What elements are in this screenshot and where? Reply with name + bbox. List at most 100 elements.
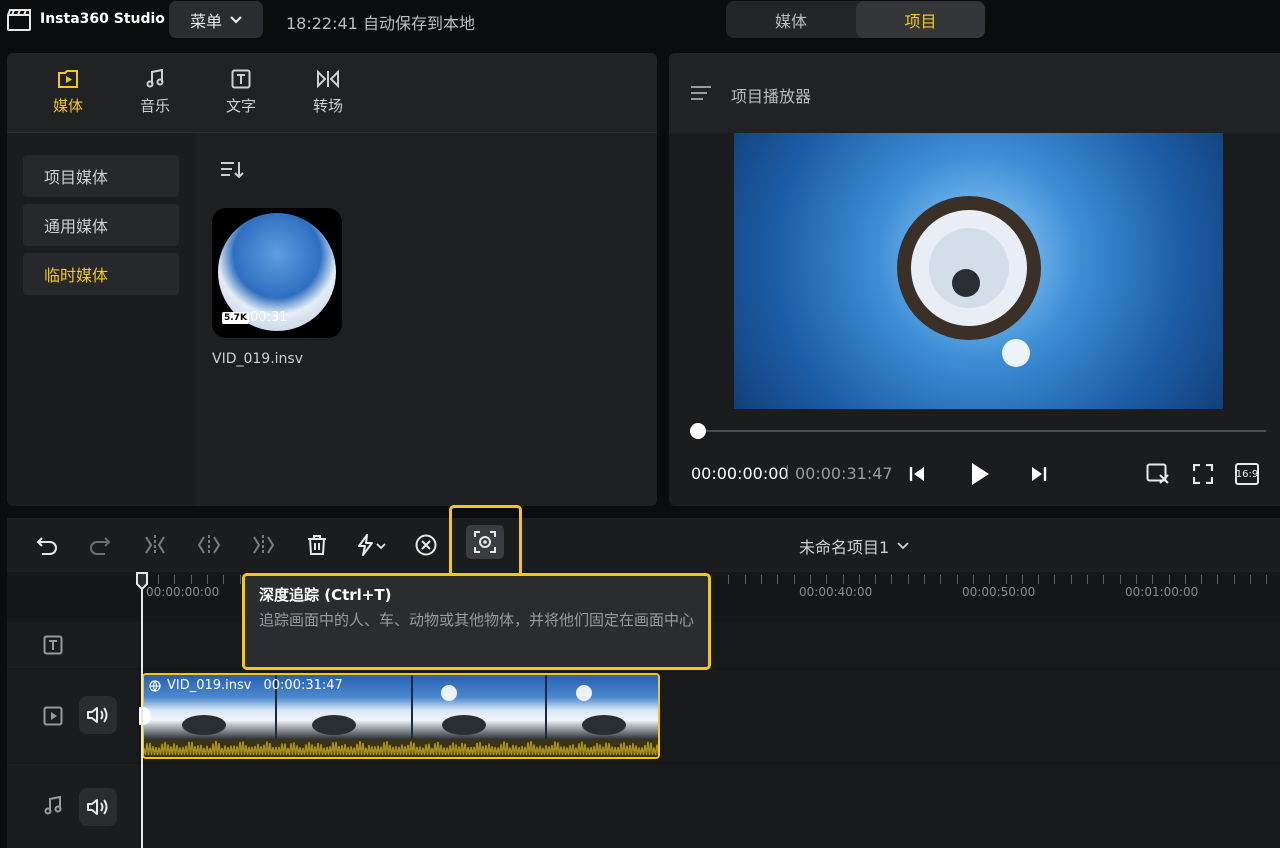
ruler-tick xyxy=(1071,575,1072,584)
play-icon[interactable] xyxy=(969,461,991,487)
video-clip[interactable]: VID_019.insv 00:00:31:47 xyxy=(142,673,660,759)
skip-start-icon[interactable] xyxy=(908,465,926,483)
split-left-icon[interactable] xyxy=(138,528,172,562)
close-circle-icon[interactable] xyxy=(409,528,443,562)
clip-name: VID_019.insv xyxy=(167,678,252,693)
timeline-toolbar: 未命名项目1 xyxy=(7,518,1280,572)
ruler-tick xyxy=(810,575,811,584)
ruler-tick xyxy=(777,575,778,584)
playhead-line[interactable] xyxy=(141,576,143,848)
text-track-icon xyxy=(43,635,63,655)
media-panel: 媒体 音乐 文字 转场 项目媒体 通用媒体 临时媒体 5.7K 00:31 VI… xyxy=(7,53,657,506)
sidebar-item-project-media[interactable]: 项目媒体 xyxy=(23,155,179,197)
tab-music[interactable]: 音乐 xyxy=(125,69,185,125)
ruler-tick xyxy=(940,575,941,584)
player-header: 项目播放器 xyxy=(669,53,1280,133)
ruler-tick xyxy=(1169,575,1170,584)
app-logo-icon xyxy=(6,7,32,33)
total-timecode: 00:00:31:47 xyxy=(795,464,893,483)
tab-transition[interactable]: 转场 xyxy=(298,69,358,125)
music-track-icon xyxy=(43,796,63,816)
list-menu-icon[interactable] xyxy=(691,85,711,101)
ruler-tick xyxy=(1006,575,1007,584)
ruler-tick xyxy=(1201,575,1202,584)
video-track-header xyxy=(7,670,137,762)
skip-end-icon[interactable] xyxy=(1030,465,1048,483)
transition-icon xyxy=(316,69,340,89)
split-right-icon[interactable] xyxy=(246,528,280,562)
clip-audio-waveform xyxy=(144,739,658,757)
sidebar-item-common-media[interactable]: 通用媒体 xyxy=(23,204,179,246)
playhead-handle[interactable] xyxy=(135,572,149,590)
ruler-tick xyxy=(174,575,175,584)
resolution-badge: 5.7K xyxy=(222,312,249,324)
aspect-ratio-button[interactable]: 16:9 xyxy=(1235,463,1259,485)
ruler-tick xyxy=(1185,575,1186,584)
tab-music-label: 音乐 xyxy=(139,97,170,115)
audio-volume-button[interactable] xyxy=(79,788,117,826)
ruler-tick xyxy=(223,575,224,584)
ruler-tick xyxy=(875,575,876,584)
clip-label: VID_019.insv 00:00:31:47 xyxy=(149,678,343,693)
music-note-icon xyxy=(145,69,165,89)
deep-track-icon xyxy=(474,531,496,553)
ruler-tick xyxy=(1038,575,1039,584)
ruler-tick xyxy=(1217,575,1218,584)
video-volume-button[interactable] xyxy=(79,696,117,734)
thumbnail-duration: 00:31 xyxy=(250,310,288,325)
chevron-down-icon xyxy=(230,15,242,24)
current-timecode: 00:00:00:00 xyxy=(691,464,789,483)
speed-dropdown-icon[interactable] xyxy=(352,528,392,562)
media-thumbnail[interactable]: 5.7K 00:31 xyxy=(212,208,342,338)
ruler-tick xyxy=(989,575,990,584)
ruler-tick xyxy=(794,575,795,584)
speaker-icon xyxy=(86,797,110,817)
delete-icon[interactable] xyxy=(300,528,334,562)
sort-icon[interactable] xyxy=(220,160,244,180)
ruler-tick xyxy=(1152,575,1153,584)
tooltip-description: 追踪画面中的人、车、动物或其他物体，并将他们固定在画面中心 xyxy=(259,611,695,629)
deep-track-button[interactable] xyxy=(466,525,504,559)
undo-icon[interactable] xyxy=(30,528,64,562)
menu-button[interactable]: 菜单 xyxy=(169,1,263,38)
fullscreen-icon[interactable] xyxy=(1193,464,1213,484)
title-bar: Insta360 Studio 菜单 18:22:41 自动保存到本地 媒体 项… xyxy=(0,0,1280,40)
mode-media-tab[interactable]: 媒体 xyxy=(726,1,856,38)
media-sidebar: 项目媒体 通用媒体 临时媒体 xyxy=(7,133,195,506)
scrub-bar[interactable] xyxy=(698,430,1266,432)
timecode-separator: | xyxy=(785,464,790,480)
project-player: 项目播放器 00:00:00:00 | 00:00:31:47 16:9 xyxy=(669,53,1280,506)
deep-track-highlight xyxy=(449,505,522,577)
tab-media-label: 媒体 xyxy=(52,97,83,115)
scrub-handle[interactable] xyxy=(690,423,706,439)
aspect-ratio-label: 16:9 xyxy=(1235,468,1259,480)
split-icon[interactable] xyxy=(192,528,226,562)
crop-close-icon[interactable] xyxy=(1146,463,1170,485)
ruler-label: 00:00:00:00 xyxy=(146,585,220,599)
ruler-tick xyxy=(891,575,892,584)
tab-text[interactable]: 文字 xyxy=(211,69,271,125)
deep-track-tooltip: 深度追踪 (Ctrl+T) 追踪画面中的人、车、动物或其他物体，并将他们固定在画… xyxy=(242,573,711,670)
speaker-icon xyxy=(86,705,110,725)
chevron-down-icon xyxy=(897,542,909,550)
video-preview[interactable] xyxy=(734,133,1223,409)
ruler-tick xyxy=(1103,575,1104,584)
autosave-status: 18:22:41 自动保存到本地 xyxy=(286,14,475,33)
ruler-tick xyxy=(924,575,925,584)
tab-transition-label: 转场 xyxy=(312,97,343,115)
ruler-tick xyxy=(158,575,159,584)
audio-track[interactable] xyxy=(137,764,1280,848)
ruler-label: 00:01:00:00 xyxy=(1125,585,1199,599)
ruler-tick xyxy=(1087,575,1088,584)
mode-project-tab[interactable]: 项目 xyxy=(856,1,985,38)
tooltip-title: 深度追踪 (Ctrl+T) xyxy=(259,586,392,604)
ruler-label: 00:00:40:00 xyxy=(799,585,873,599)
sidebar-item-temp-media[interactable]: 临时媒体 xyxy=(23,253,179,295)
ruler-tick xyxy=(207,575,208,584)
redo-icon[interactable] xyxy=(83,528,117,562)
project-name-dropdown[interactable]: 未命名项目1 xyxy=(799,534,909,558)
ruler-tick xyxy=(859,575,860,584)
tab-media[interactable]: 媒体 xyxy=(38,69,98,125)
ruler-tick xyxy=(973,575,974,584)
media-tabs: 媒体 音乐 文字 转场 xyxy=(7,53,657,133)
